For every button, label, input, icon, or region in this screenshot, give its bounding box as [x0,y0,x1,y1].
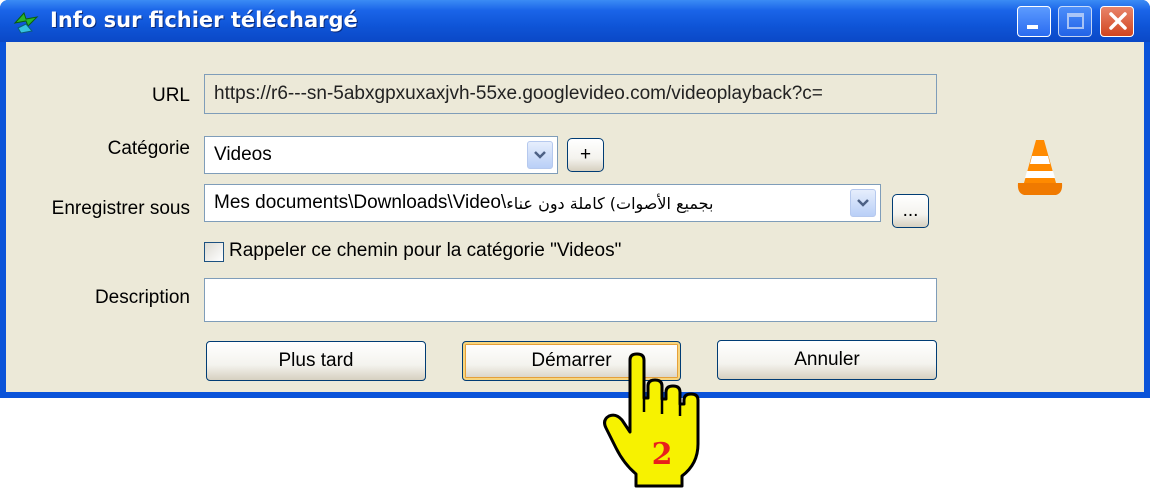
save-as-label: Enregistrer sous [51,198,190,219]
remember-path-label[interactable]: Rappeler ce chemin pour la catégorie "Vi… [229,240,621,262]
url-label: URL [151,85,190,106]
window-title: Info sur fichier téléchargé [50,8,358,32]
later-button[interactable]: Plus tard [206,341,426,381]
category-value: Videos [214,144,272,165]
remember-path-checkbox[interactable] [204,242,224,262]
save-as-select[interactable]: Mes documents\Downloads\Video\ بجميع الأ… [204,184,881,222]
title-bar[interactable]: Info sur fichier téléchargé [0,0,1150,42]
browse-button[interactable]: ... [892,194,929,228]
hand-pointer-icon: 2 [603,352,700,488]
description-label: Description [94,287,190,308]
maximize-icon [1059,7,1091,36]
save-as-filename: بجميع الأصوات) كاملة دون عناء [506,193,714,213]
later-label: Plus tard [278,350,354,371]
chevron-down-icon[interactable] [527,141,553,169]
download-manager-icon [13,12,39,34]
browse-label: ... [902,200,919,221]
close-button[interactable] [1100,6,1134,37]
plus-label: + [579,144,592,165]
save-as-path: Mes documents\Downloads\Video\ [214,192,507,213]
dialog-body: URL https://r6---sn-5abxgpxuxaxjvh-55xe.… [6,42,1144,392]
url-field[interactable]: https://r6---sn-5abxgpxuxaxjvh-55xe.goog… [204,74,937,114]
chevron-down-icon[interactable] [850,189,876,217]
minimize-icon [1018,7,1050,36]
description-field[interactable] [204,278,937,322]
dialog-window: Info sur fichier téléchargé URL https://… [0,0,1150,398]
cancel-label: Annuler [794,349,860,370]
cancel-button[interactable]: Annuler [717,340,937,380]
minimize-button[interactable] [1017,6,1051,37]
close-icon [1101,7,1133,36]
step-number: 2 [652,437,673,472]
category-select[interactable]: Videos [204,136,558,174]
category-label: Catégorie [107,138,190,159]
vlc-cone-icon [1017,140,1063,195]
maximize-button[interactable] [1058,6,1092,37]
add-category-button[interactable]: + [567,138,604,172]
